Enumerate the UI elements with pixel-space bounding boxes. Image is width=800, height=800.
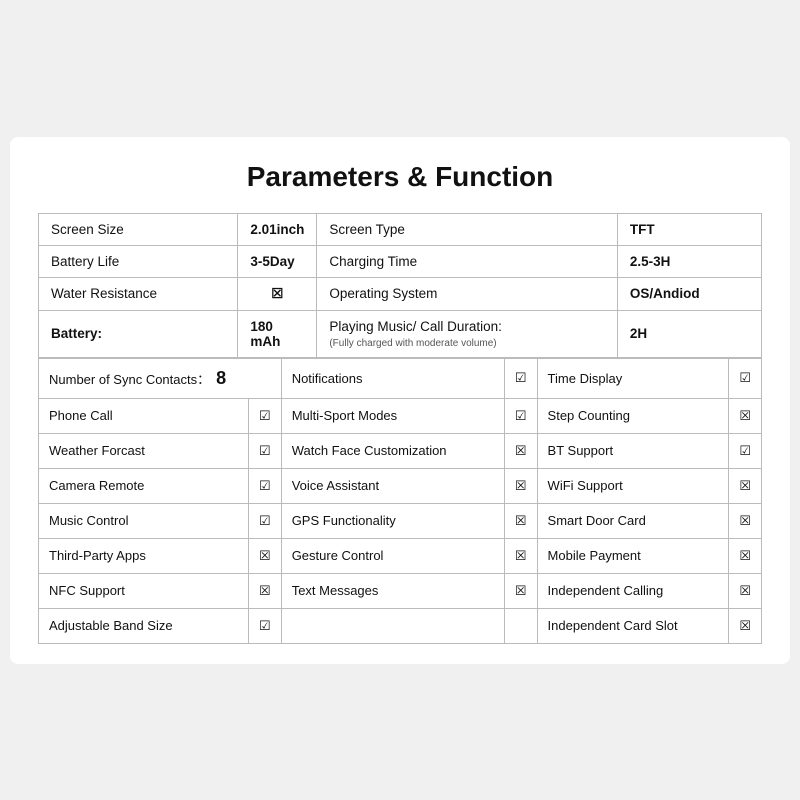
battery-life-value: 3-5Day	[238, 245, 317, 277]
adjustable-band-check: ☑	[249, 608, 282, 643]
text-messages-label: Text Messages	[281, 573, 504, 608]
music-control-label: Music Control	[39, 503, 249, 538]
weather-check: ☑	[249, 433, 282, 468]
bt-support-label: BT Support	[537, 433, 729, 468]
independent-card-label: Independent Card Slot	[537, 608, 729, 643]
watch-face-check: ☒	[504, 433, 537, 468]
charging-time-value: 2.5-3H	[617, 245, 761, 277]
feature-row-6: NFC Support ☒ Text Messages ☒ Independen…	[39, 573, 762, 608]
contacts-label: Number of Sync Contacts：8	[39, 358, 282, 398]
feature-row-5: Third-Party Apps ☒ Gesture Control ☒ Mob…	[39, 538, 762, 573]
spec-row-1: Screen Size 2.01inch Screen Type TFT	[39, 213, 762, 245]
independent-calling-check: ☒	[729, 573, 762, 608]
page-title: Parameters & Function	[38, 161, 762, 193]
smart-door-check: ☒	[729, 503, 762, 538]
music-duration-label: Playing Music/ Call Duration: (Fully cha…	[317, 310, 618, 357]
empty-cell-2	[504, 608, 537, 643]
bt-support-check: ☑	[729, 433, 762, 468]
specs-table: Screen Size 2.01inch Screen Type TFT Bat…	[38, 213, 762, 358]
independent-calling-label: Independent Calling	[537, 573, 729, 608]
weather-label: Weather Forcast	[39, 433, 249, 468]
gps-label: GPS Functionality	[281, 503, 504, 538]
music-duration-value: 2H	[617, 310, 761, 357]
spec-row-2: Battery Life 3-5Day Charging Time 2.5-3H	[39, 245, 762, 277]
time-display-label: Time Display	[537, 358, 729, 398]
feature-header-row: Number of Sync Contacts：8 Notifications …	[39, 358, 762, 398]
watch-face-label: Watch Face Customization	[281, 433, 504, 468]
water-resistance-value: ☒	[238, 277, 317, 310]
feature-row-3: Camera Remote ☑ Voice Assistant ☒ WiFi S…	[39, 468, 762, 503]
feature-table: Number of Sync Contacts：8 Notifications …	[38, 358, 762, 644]
screen-type-value: TFT	[617, 213, 761, 245]
notifications-check: ☑	[504, 358, 537, 398]
screen-size-value: 2.01inch	[238, 213, 317, 245]
gesture-label: Gesture Control	[281, 538, 504, 573]
camera-remote-label: Camera Remote	[39, 468, 249, 503]
multi-sport-check: ☑	[504, 398, 537, 433]
empty-cell-1	[281, 608, 504, 643]
smart-door-label: Smart Door Card	[537, 503, 729, 538]
battery-life-label: Battery Life	[39, 245, 238, 277]
wifi-support-check: ☒	[729, 468, 762, 503]
feature-row-1: Phone Call ☑ Multi-Sport Modes ☑ Step Co…	[39, 398, 762, 433]
screen-size-label: Screen Size	[39, 213, 238, 245]
independent-card-check: ☒	[729, 608, 762, 643]
voice-assistant-label: Voice Assistant	[281, 468, 504, 503]
screen-type-label: Screen Type	[317, 213, 618, 245]
card: Parameters & Function Screen Size 2.01in…	[10, 137, 790, 664]
water-resistance-label: Water Resistance	[39, 277, 238, 310]
multi-sport-label: Multi-Sport Modes	[281, 398, 504, 433]
charging-time-label: Charging Time	[317, 245, 618, 277]
voice-assistant-check: ☒	[504, 468, 537, 503]
nfc-label: NFC Support	[39, 573, 249, 608]
gesture-check: ☒	[504, 538, 537, 573]
notifications-label: Notifications	[281, 358, 504, 398]
spec-row-3: Water Resistance ☒ Operating System OS/A…	[39, 277, 762, 310]
wifi-support-label: WiFi Support	[537, 468, 729, 503]
music-duration-note: (Fully charged with moderate volume)	[329, 338, 496, 349]
feature-row-4: Music Control ☑ GPS Functionality ☒ Smar…	[39, 503, 762, 538]
step-counting-label: Step Counting	[537, 398, 729, 433]
feature-row-7: Adjustable Band Size ☑ Independent Card …	[39, 608, 762, 643]
feature-row-2: Weather Forcast ☑ Watch Face Customizati…	[39, 433, 762, 468]
mobile-payment-check: ☒	[729, 538, 762, 573]
adjustable-band-label: Adjustable Band Size	[39, 608, 249, 643]
music-control-check: ☑	[249, 503, 282, 538]
third-party-label: Third-Party Apps	[39, 538, 249, 573]
os-value: OS/Andiod	[617, 277, 761, 310]
text-messages-check: ☒	[504, 573, 537, 608]
spec-row-4: Battery: 180 mAh Playing Music/ Call Dur…	[39, 310, 762, 357]
phone-call-label: Phone Call	[39, 398, 249, 433]
time-display-check: ☑	[729, 358, 762, 398]
nfc-check: ☒	[249, 573, 282, 608]
camera-remote-check: ☑	[249, 468, 282, 503]
third-party-check: ☒	[249, 538, 282, 573]
gps-check: ☒	[504, 503, 537, 538]
battery-value: 180 mAh	[238, 310, 317, 357]
os-label: Operating System	[317, 277, 618, 310]
battery-label: Battery:	[39, 310, 238, 357]
step-counting-check: ☒	[729, 398, 762, 433]
phone-call-check: ☑	[249, 398, 282, 433]
mobile-payment-label: Mobile Payment	[537, 538, 729, 573]
